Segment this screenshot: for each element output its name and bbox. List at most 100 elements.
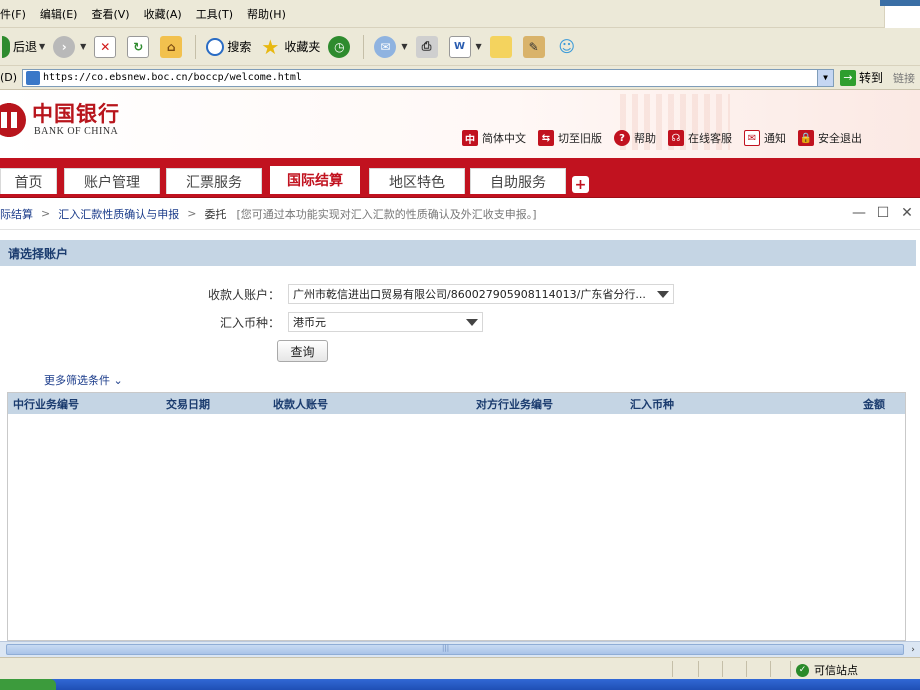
results-table: 中行业务编号 交易日期 收款人账号 对方行业务编号 汇入币种 金额 bbox=[7, 392, 906, 641]
start-button[interactable] bbox=[0, 679, 56, 690]
go-button[interactable]: → 转到 bbox=[840, 69, 883, 86]
menu-favorites[interactable]: 收藏(A) bbox=[144, 6, 182, 22]
more-filters-link[interactable]: 更多筛选条件 ⌄ bbox=[44, 372, 123, 388]
tab-regional[interactable]: 地区特色 bbox=[369, 168, 465, 194]
tab-home[interactable]: 首页 bbox=[0, 168, 57, 194]
favorites-label: 收藏夹 bbox=[284, 40, 321, 54]
forward-button[interactable]: › ▼ bbox=[53, 35, 86, 58]
scrollbar-thumb[interactable] bbox=[6, 644, 904, 655]
status-divider bbox=[770, 661, 771, 677]
chevron-down-icon[interactable]: ▼ bbox=[39, 42, 45, 51]
col-counterparty-ref[interactable]: 对方行业务编号 bbox=[476, 396, 553, 412]
word-icon: W bbox=[448, 35, 471, 58]
query-button[interactable]: 查询 bbox=[277, 340, 328, 362]
print-button[interactable]: ⎙ bbox=[415, 35, 441, 58]
ie-toolbar: 后退 ▼ › ▼ ✕ ↻ ⌂ 搜索 ★ 收藏夹 ◷ ✉ ▼ ⎙ W ▼ ✎ ☺ bbox=[0, 28, 920, 66]
favorites-button[interactable]: ★ 收藏夹 bbox=[259, 35, 321, 59]
history-button[interactable]: ◷ bbox=[328, 35, 353, 58]
menu-help[interactable]: 帮助(H) bbox=[247, 6, 286, 22]
help-icon: ? bbox=[614, 130, 630, 146]
check-icon: ✓ bbox=[796, 663, 809, 677]
toolbar-divider bbox=[363, 34, 365, 59]
mail-icon: ✉ bbox=[744, 130, 760, 146]
status-bar: ✓ 可信站点 bbox=[0, 657, 920, 679]
research-icon: ✎ bbox=[522, 35, 545, 58]
menu-tools[interactable]: 工具(T) bbox=[196, 6, 233, 22]
chevron-down-icon bbox=[657, 291, 669, 298]
search-label: 搜索 bbox=[227, 40, 252, 54]
col-amount[interactable]: 金额 bbox=[863, 396, 885, 412]
history-icon: ◷ bbox=[328, 35, 351, 58]
edit-button[interactable]: W ▼ bbox=[448, 35, 482, 58]
search-button[interactable]: 搜索 bbox=[206, 37, 252, 56]
tab-intl-settlement[interactable]: 国际结算 bbox=[268, 164, 362, 194]
col-payee-account[interactable]: 收款人账号 bbox=[273, 396, 328, 412]
menu-file[interactable]: 件(F) bbox=[0, 6, 26, 22]
tab-account[interactable]: 账户管理 bbox=[64, 168, 160, 194]
scrollbar-grip-icon: ||| bbox=[442, 644, 450, 652]
old-version-link[interactable]: ⇆ 切至旧版 bbox=[538, 130, 602, 146]
close-icon[interactable]: ✕ bbox=[898, 204, 916, 222]
col-currency[interactable]: 汇入币种 bbox=[630, 396, 674, 412]
currency-select[interactable]: 港币元 bbox=[288, 312, 483, 332]
chevron-down-icon[interactable]: ▼ bbox=[401, 42, 407, 51]
notice-link[interactable]: ✉ 通知 bbox=[744, 130, 786, 146]
folder-button[interactable] bbox=[489, 35, 515, 58]
chevron-down-icon[interactable]: ▼ bbox=[476, 42, 482, 51]
stop-button[interactable]: ✕ bbox=[94, 35, 119, 58]
mail-button[interactable]: ✉ ▼ bbox=[374, 35, 408, 58]
lang-link[interactable]: 中 简体中文 bbox=[462, 130, 526, 146]
maximize-icon[interactable]: ☐ bbox=[874, 204, 892, 222]
headset-icon: ☊ bbox=[668, 130, 684, 146]
col-boc-ref[interactable]: 中行业务编号 bbox=[13, 396, 79, 412]
chevron-down-icon[interactable]: ▼ bbox=[80, 42, 86, 51]
service-label: 在线客服 bbox=[688, 132, 732, 145]
chevron-down-icon bbox=[466, 319, 478, 326]
chevron-down-icon[interactable]: ▼ bbox=[817, 69, 833, 86]
account-select[interactable]: 广州市乾信进出口贸易有限公司/860027905908114013/广东省分行.… bbox=[288, 284, 674, 304]
bank-logo: 中国银行 BANK OF CHINA bbox=[0, 102, 120, 137]
tab-self-service[interactable]: 自助服务 bbox=[470, 168, 566, 194]
logout-link[interactable]: 🔒 安全退出 bbox=[798, 130, 862, 146]
security-zone: ✓ 可信站点 bbox=[796, 662, 858, 678]
links-label[interactable]: 链接 bbox=[893, 70, 915, 86]
stop-icon: ✕ bbox=[94, 35, 117, 58]
address-bar: (D) https://co.ebsnew.boc.cn/boccp/welco… bbox=[0, 66, 920, 90]
status-divider bbox=[790, 661, 791, 677]
help-label: 帮助 bbox=[634, 132, 656, 145]
tab-draft[interactable]: 汇票服务 bbox=[166, 168, 262, 194]
minimize-icon[interactable]: — bbox=[850, 204, 868, 222]
horizontal-scrollbar[interactable]: ||| › bbox=[0, 641, 920, 657]
status-divider bbox=[672, 661, 673, 677]
search-icon bbox=[206, 37, 225, 56]
menu-edit[interactable]: 编辑(E) bbox=[40, 6, 78, 22]
brand-name-cn: 中国银行 bbox=[32, 101, 120, 126]
address-field[interactable]: https://co.ebsnew.boc.cn/boccp/welcome.h… bbox=[22, 68, 834, 87]
back-button[interactable]: 后退 ▼ bbox=[2, 35, 45, 58]
breadcrumb-level1[interactable]: 际结算 bbox=[0, 206, 33, 222]
logout-label: 安全退出 bbox=[818, 132, 862, 145]
menu-view[interactable]: 查看(V) bbox=[91, 6, 129, 22]
zone-label: 可信站点 bbox=[814, 664, 858, 677]
breadcrumb-separator: > bbox=[187, 207, 197, 220]
home-button[interactable]: ⌂ bbox=[160, 35, 185, 58]
double-chevron-down-icon: ⌄ bbox=[113, 374, 123, 387]
brand-name-en: BANK OF CHINA bbox=[34, 126, 119, 137]
page-hint: [您可通过本功能实现对汇入汇款的性质确认及外汇收支申报。] bbox=[236, 207, 537, 221]
notice-label: 通知 bbox=[764, 132, 786, 145]
help-link[interactable]: ? 帮助 bbox=[614, 130, 656, 146]
breadcrumb-level2[interactable]: 汇入汇款性质确认与申报 bbox=[58, 206, 179, 222]
mail-icon: ✉ bbox=[374, 35, 397, 58]
service-link[interactable]: ☊ 在线客服 bbox=[668, 130, 732, 146]
add-tab-icon[interactable]: + bbox=[572, 176, 589, 193]
scroll-right-icon[interactable]: › bbox=[906, 642, 920, 657]
old-version-label: 切至旧版 bbox=[558, 132, 602, 145]
status-divider bbox=[746, 661, 747, 677]
research-button[interactable]: ✎ bbox=[522, 35, 548, 58]
refresh-icon: ↻ bbox=[127, 35, 150, 58]
messenger-button[interactable]: ☺ bbox=[556, 36, 581, 58]
col-trade-date[interactable]: 交易日期 bbox=[166, 396, 210, 412]
boc-logo-icon bbox=[0, 102, 26, 137]
refresh-button[interactable]: ↻ bbox=[127, 35, 152, 58]
windows-taskbar bbox=[0, 679, 920, 690]
